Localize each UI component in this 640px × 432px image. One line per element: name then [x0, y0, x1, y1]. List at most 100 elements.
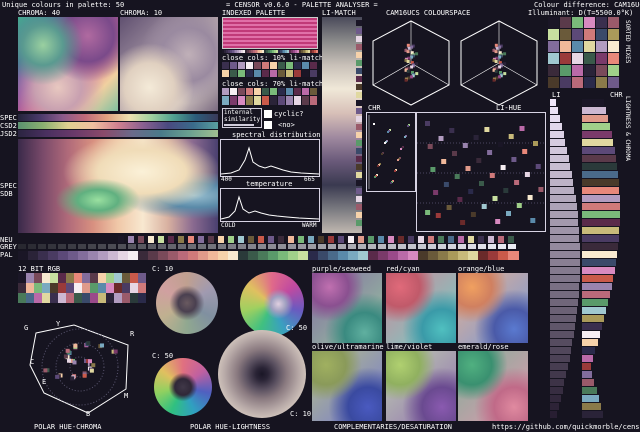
chroma-bar	[582, 323, 602, 330]
cam16-point	[406, 50, 410, 54]
palette-swatch	[398, 251, 409, 260]
neutral-swatch	[438, 236, 444, 243]
grey-swatch	[248, 244, 256, 249]
chroma-10-map	[120, 17, 218, 111]
indexed-palette-grid[interactable]	[222, 17, 318, 49]
rgb12-cell	[74, 283, 82, 293]
complement-olive-ultramarine	[312, 351, 382, 421]
polar-hue-chroma-point	[67, 358, 72, 363]
rgb12-cell	[122, 273, 130, 283]
palette-swatch	[68, 251, 79, 260]
csd-strip	[18, 122, 218, 129]
mix-cell	[584, 65, 595, 76]
polar-hue-chroma-point	[91, 363, 96, 368]
c50a-label: C: 50	[286, 324, 308, 332]
jsd-label: JSD2	[0, 130, 17, 138]
li-match-chip	[356, 116, 362, 122]
close-colour-chip	[246, 62, 253, 69]
grey-swatch	[448, 244, 456, 249]
illuminant-label: Illuminant: D(T=5500.0°K)	[528, 9, 634, 17]
sorted-mixes-label: SORTED MIXES	[624, 20, 631, 64]
rgb12-cell	[114, 283, 122, 293]
lightness-bar	[550, 331, 574, 338]
mix-cell	[548, 53, 559, 64]
cam16-point	[497, 75, 501, 79]
polar-hue-chroma-label: POLAR HUE-CHROMA	[34, 423, 102, 431]
grey-swatch	[388, 244, 396, 249]
chroma-bar	[582, 163, 617, 170]
polar-hue-chroma-point	[113, 349, 118, 354]
chroma-bar	[582, 403, 601, 410]
lightness-bar	[550, 363, 568, 370]
li-hue-point	[452, 151, 457, 156]
li-match-chip	[356, 28, 362, 34]
no-checkbox[interactable]	[264, 121, 272, 129]
li-hue-point	[511, 157, 517, 162]
palette-swatch	[28, 251, 39, 260]
chroma-bar	[582, 371, 592, 378]
grey-swatch	[498, 244, 506, 249]
grey-swatch	[128, 244, 136, 249]
polar-hue-chroma-point	[82, 373, 87, 378]
close-colour-chip	[246, 88, 253, 95]
grey-swatch	[458, 244, 466, 249]
li-hue-point	[449, 128, 455, 133]
li-hue-point	[514, 180, 520, 185]
github-link[interactable]: https://github.com/quickmorble/censor	[492, 423, 640, 431]
neutral-swatch	[218, 236, 224, 243]
neutral-swatch	[408, 236, 414, 243]
rgb12-cell	[90, 293, 98, 303]
palette-swatch	[218, 251, 229, 260]
lightness-bar	[550, 267, 580, 274]
li-match-chip	[356, 44, 362, 50]
li-hue-point	[508, 134, 514, 139]
mix-cell	[548, 65, 559, 76]
mix-cell	[608, 17, 619, 28]
grey-swatch	[208, 244, 216, 249]
cam16-point	[498, 55, 502, 59]
li-match-chip	[356, 164, 362, 170]
li-hue-point	[522, 149, 528, 154]
close-cols-10-label: close cols: 10% li-match	[222, 54, 324, 62]
cyclic-label: cyclic?	[274, 110, 304, 118]
close-colour-chip	[310, 70, 317, 77]
rgb12-grid	[18, 273, 146, 303]
li-hue-point	[527, 195, 533, 200]
close-colour-chip	[270, 62, 277, 69]
grey-swatch	[68, 244, 76, 249]
similarity-bar	[224, 124, 254, 126]
olive-ultramarine-label: olive/ultramarine	[312, 343, 384, 351]
li-match-chip	[356, 180, 362, 186]
cam16-point	[404, 78, 408, 82]
cyclic-checkbox[interactable]	[264, 110, 272, 118]
close-colour-chip	[238, 96, 245, 105]
palette-swatch	[98, 251, 109, 260]
li-hue-point	[487, 150, 493, 155]
palette-swatch	[418, 251, 429, 260]
close-colour-chip	[222, 96, 229, 105]
li-match-chip	[356, 124, 362, 130]
cam16-point	[492, 78, 496, 82]
lightness-bar	[550, 251, 580, 258]
grey-swatch	[188, 244, 196, 249]
palette-strip	[18, 251, 519, 260]
rgb12-cell	[82, 273, 90, 283]
c50b-label: C: 50	[152, 352, 174, 360]
lightness-bar	[550, 155, 569, 162]
neutral-swatch	[228, 236, 234, 243]
palette-swatch	[168, 251, 179, 260]
li-hue-point	[460, 220, 466, 225]
neutral-swatch	[508, 236, 514, 243]
rgb12-cell	[58, 273, 66, 283]
close-colour-chip	[278, 62, 285, 69]
rgb12-cell	[34, 293, 42, 303]
li-hue-point	[446, 205, 452, 210]
mix-cell	[560, 53, 571, 64]
mix-cell	[596, 77, 607, 88]
close-colour-chip	[302, 62, 309, 69]
grey-swatch	[408, 244, 416, 249]
lightness-bar	[550, 379, 564, 386]
complement-lime-violet	[386, 351, 456, 421]
hue-label-c: C	[30, 358, 35, 366]
chroma-bar	[582, 395, 599, 402]
